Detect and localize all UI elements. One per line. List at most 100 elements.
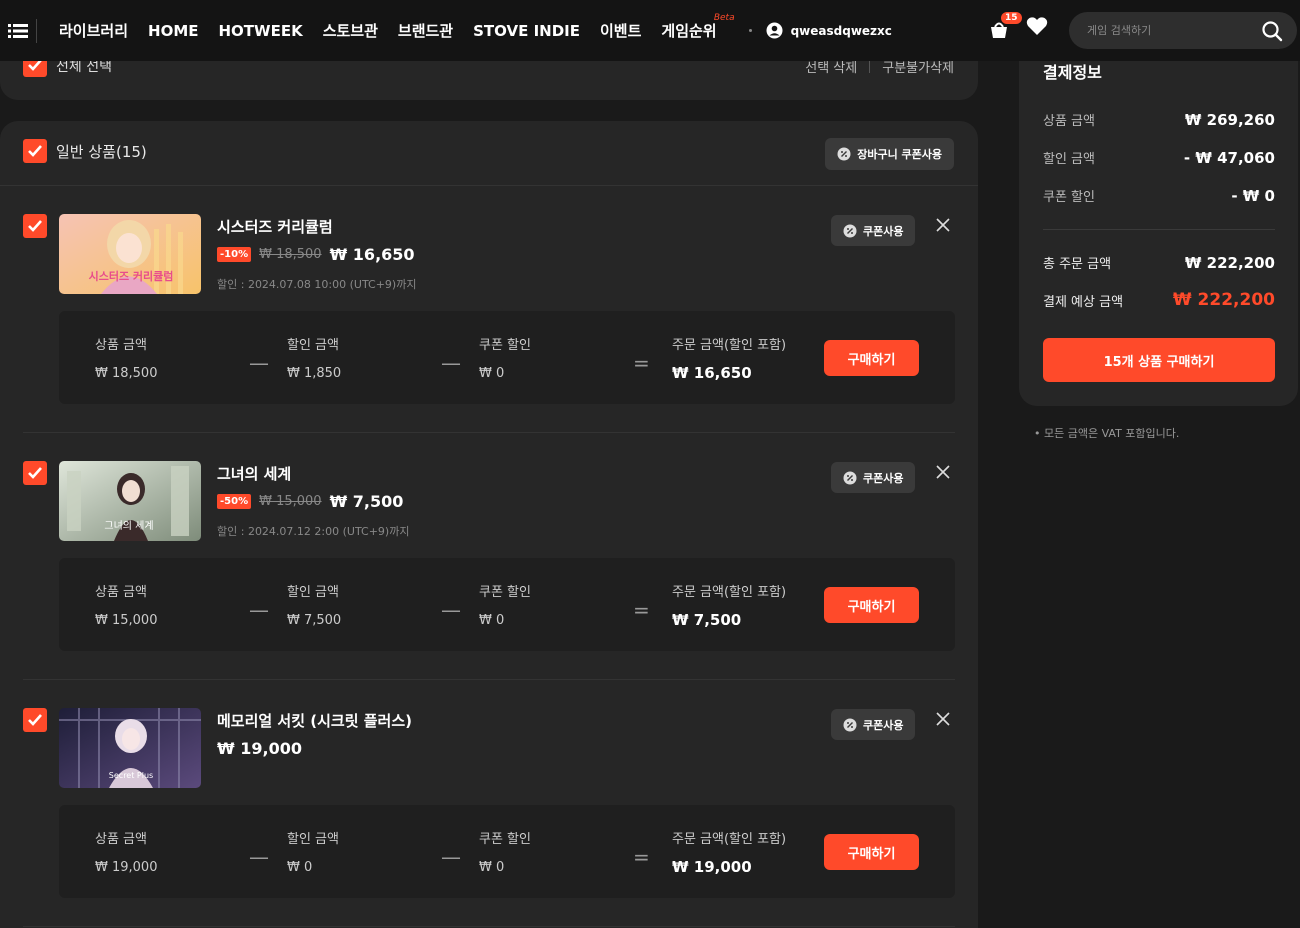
minus-icon: —	[249, 598, 269, 622]
nav-dot	[748, 29, 752, 32]
remove-item-close-icon[interactable]	[935, 464, 951, 484]
product-amount-col: 상품 금액 ₩ 19,000	[95, 828, 157, 875]
menu-icon[interactable]	[0, 0, 36, 61]
order-amount-col: 주문 금액(할인 포함) ₩ 7,500	[672, 581, 786, 629]
order-amount-col: 주문 금액(할인 포함) ₩ 19,000	[672, 828, 786, 876]
section-header: 일반 상품(15) 장바구니 쿠폰사용	[0, 121, 978, 186]
discount-amount-col: 할인 금액 ₩ 0	[287, 828, 339, 875]
discount-amount-col: 할인 금액 ₩ 1,850	[287, 334, 341, 381]
coupon-icon	[843, 224, 857, 237]
section-checkbox[interactable]	[23, 139, 47, 163]
product-amount-label: 상품 금액	[95, 338, 147, 353]
nav-link-library[interactable]: 라이브러리	[59, 20, 128, 41]
product-amount-value: ₩ 18,500	[95, 366, 158, 381]
coupon-discount-label: 쿠폰 할인	[479, 585, 531, 600]
buy-button[interactable]: 구매하기	[824, 587, 919, 623]
heart-icon	[1026, 17, 1048, 35]
user-menu[interactable]: qweasdqwezxc	[766, 22, 892, 39]
nav-link-hotweek[interactable]: HOTWEEK	[219, 22, 303, 40]
item-thumbnail[interactable]: Secret Plus	[59, 708, 201, 788]
thumb-title: 시스터즈 커리큘럼	[89, 269, 174, 283]
payment-row-expected: 결제 예상 금액 ₩ 222,200	[1043, 290, 1275, 310]
item-name[interactable]: 시스터즈 커리큘럼	[217, 216, 333, 237]
item-name[interactable]: 메모리얼 서킷 (시크릿 플러스)	[217, 710, 412, 731]
minus-icon: —	[249, 351, 269, 375]
wishlist-button[interactable]	[1026, 14, 1048, 40]
cart-coupon-label: 장바구니 쿠폰사용	[857, 148, 942, 161]
item-divider	[23, 679, 955, 680]
payment-row-total: 총 주문 금액 ₩ 222,200	[1043, 253, 1275, 273]
nav-link-stove[interactable]: 스토브관	[323, 20, 378, 41]
beta-badge: Beta	[713, 13, 735, 23]
order-amount-value: ₩ 19,000	[672, 858, 752, 876]
item-coupon-button[interactable]: 쿠폰사용	[831, 709, 916, 740]
original-price: ₩ 15,000	[259, 494, 322, 509]
cart-coupon-button[interactable]: 장바구니 쿠폰사용	[825, 138, 954, 170]
top-nav: 라이브러리 HOME HOTWEEK 스토브관 브랜드관 STOVE INDIE…	[0, 0, 1300, 61]
item-checkbox[interactable]	[23, 708, 47, 732]
item-price: -10% ₩ 18,500 ₩ 16,650	[217, 245, 415, 264]
nav-link-stove-indie[interactable]: STOVE INDIE	[473, 22, 580, 40]
order-amount-value: ₩ 16,650	[672, 364, 752, 382]
payment-value: - ₩ 47,060	[1183, 148, 1275, 167]
payment-value: ₩ 222,200	[1184, 253, 1275, 272]
item-price: -50% ₩ 15,000 ₩ 7,500	[217, 492, 403, 511]
nav-links: 라이브러리 HOME HOTWEEK 스토브관 브랜드관 STOVE INDIE…	[49, 13, 735, 41]
payment-row-coupon: 쿠폰 할인 - ₩ 0	[1043, 186, 1275, 206]
product-amount-label: 상품 금액	[95, 585, 147, 600]
search-icon[interactable]	[1261, 20, 1283, 46]
final-price: ₩ 16,650	[329, 245, 415, 264]
item-checkbox[interactable]	[23, 461, 47, 485]
item-name[interactable]: 그녀의 세계	[217, 463, 291, 484]
item-coupon-button[interactable]: 쿠폰사용	[831, 215, 916, 246]
payment-label: 결제 예상 금액	[1043, 294, 1124, 310]
order-amount-col: 주문 금액(할인 포함) ₩ 16,650	[672, 334, 786, 382]
item-checkbox[interactable]	[23, 214, 47, 238]
buy-button[interactable]: 구매하기	[824, 834, 919, 870]
coupon-discount-label: 쿠폰 할인	[479, 832, 531, 847]
buy-button[interactable]: 구매하기	[824, 340, 919, 376]
discount-badge: -50%	[217, 494, 252, 509]
nav-link-home[interactable]: HOME	[148, 22, 198, 40]
order-amount-label: 주문 금액(할인 포함)	[672, 338, 787, 353]
payment-label: 총 주문 금액	[1043, 257, 1112, 272]
remove-item-close-icon[interactable]	[935, 711, 951, 731]
coupon-icon	[843, 718, 857, 731]
coupon-discount-label: 쿠폰 할인	[479, 338, 531, 353]
payment-value: - ₩ 0	[1231, 186, 1275, 205]
payment-info-card: 결제정보 상품 금액 ₩ 269,260 할인 금액 - ₩ 47,060 쿠폰 할…	[1019, 20, 1298, 406]
user-icon	[766, 22, 783, 39]
payment-label: 쿠폰 할인	[1043, 190, 1095, 205]
payment-value: ₩ 269,260	[1184, 110, 1275, 129]
expected-payment-value: ₩ 222,200	[1172, 290, 1275, 310]
search-input[interactable]	[1087, 24, 1257, 37]
coupon-discount-value: ₩ 0	[479, 613, 505, 628]
item-thumbnail[interactable]: 시스터즈 커리큘럼	[59, 214, 201, 294]
minus-icon: —	[441, 845, 461, 869]
item-divider	[23, 432, 955, 433]
order-amount-label: 주문 금액(할인 포함)	[672, 585, 787, 600]
item-price-breakdown: 상품 금액 ₩ 19,000 — 할인 금액 ₩ 0 — 쿠폰 할인 ₩ 0 = 주문…	[59, 805, 955, 898]
cart-button[interactable]: 15	[988, 12, 1022, 39]
remove-item-close-icon[interactable]	[935, 217, 951, 237]
nav-link-ranking-label: 게임순위	[661, 22, 717, 40]
nav-link-ranking[interactable]: 게임순위 Beta	[661, 13, 734, 41]
item-coupon-button[interactable]: 쿠폰사용	[831, 462, 916, 493]
item-price-breakdown: 상품 금액 ₩ 18,500 — 할인 금액 ₩ 1,850 — 쿠폰 할인 ₩ 0 …	[59, 311, 955, 404]
minus-icon: —	[441, 598, 461, 622]
equals-icon: =	[633, 845, 650, 869]
discount-amount-value: ₩ 0	[287, 860, 313, 875]
nav-link-event[interactable]: 이벤트	[600, 20, 641, 41]
item-thumbnail[interactable]: 그녀의 세계	[59, 461, 201, 541]
payment-title: 결제정보	[1043, 63, 1102, 82]
vat-note: • 모든 금액은 VAT 포함입니다.	[1034, 427, 1180, 440]
nav-link-brand[interactable]: 브랜드관	[398, 20, 453, 41]
minus-icon: —	[441, 351, 461, 375]
coupon-label: 쿠폰사용	[863, 718, 904, 732]
search-box	[1069, 12, 1297, 49]
payment-row-product: 상품 금액 ₩ 269,260	[1043, 110, 1275, 130]
coupon-discount-col: 쿠폰 할인 ₩ 0	[479, 581, 531, 628]
nav-divider	[36, 18, 37, 43]
buy-all-button[interactable]: 15개 상품 구매하기	[1043, 338, 1275, 382]
check-icon	[28, 220, 42, 232]
